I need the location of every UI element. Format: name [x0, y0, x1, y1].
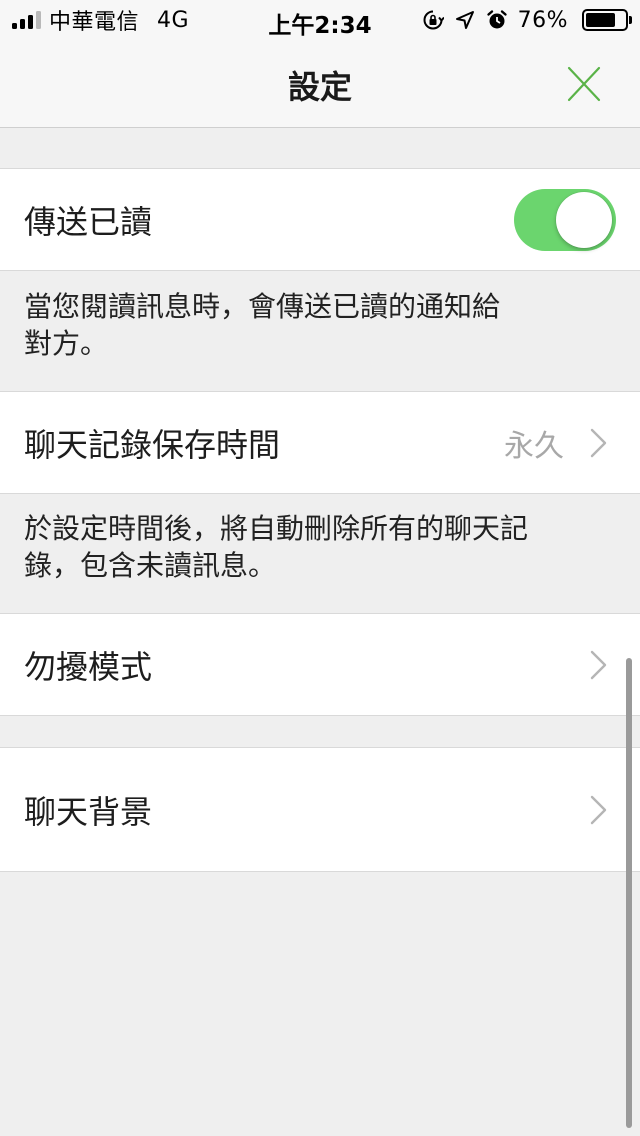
chevron-right-icon — [590, 795, 607, 824]
battery-icon — [582, 9, 632, 31]
battery-level-fill — [586, 13, 615, 27]
read-receipt-row: 傳送已讀 — [0, 168, 640, 271]
close-icon — [567, 66, 601, 102]
status-bar-right: 76% — [422, 6, 632, 34]
history-retention-description-line: 錄，包含未讀訊息。 — [24, 549, 277, 582]
chat-background-row[interactable]: 聊天背景 — [0, 747, 640, 872]
history-retention-label: 聊天記錄保存時間 — [24, 425, 281, 464]
location-arrow-icon — [455, 11, 474, 29]
chevron-right-icon — [590, 428, 607, 457]
alarm-icon — [486, 10, 507, 29]
do-not-disturb-label: 勿擾模式 — [24, 647, 153, 686]
close-button[interactable] — [560, 62, 608, 106]
scrollbar[interactable] — [626, 658, 632, 1128]
read-receipt-description-line: 對方。 — [24, 327, 109, 360]
do-not-disturb-row[interactable]: 勿擾模式 — [0, 613, 640, 716]
page-title: 設定 — [287, 68, 352, 106]
read-receipt-toggle[interactable] — [514, 189, 616, 251]
history-retention-row[interactable]: 聊天記錄保存時間 永久 — [0, 391, 640, 494]
read-receipt-description-line: 當您閱讀訊息時，會傳送已讀的通知給 — [24, 290, 501, 323]
battery-percent: 76% — [517, 7, 568, 33]
read-receipt-description: 當您閱讀訊息時，會傳送已讀的通知給 對方。 — [24, 288, 604, 362]
toggle-knob — [556, 192, 612, 248]
orientation-lock-icon — [423, 10, 444, 30]
history-retention-description-line: 於設定時間後，將自動刪除所有的聊天記 — [24, 512, 529, 545]
history-retention-description: 於設定時間後，將自動刪除所有的聊天記 錄，包含未讀訊息。 — [24, 510, 604, 584]
chat-background-label: 聊天背景 — [24, 792, 153, 831]
status-bar: 中華電信 4G 上午2:34 76% — [0, 0, 640, 40]
history-retention-value: 永久 — [504, 428, 564, 464]
read-receipt-label: 傳送已讀 — [24, 202, 153, 241]
chevron-right-icon — [590, 650, 607, 679]
navigation-bar: 設定 — [0, 40, 640, 128]
